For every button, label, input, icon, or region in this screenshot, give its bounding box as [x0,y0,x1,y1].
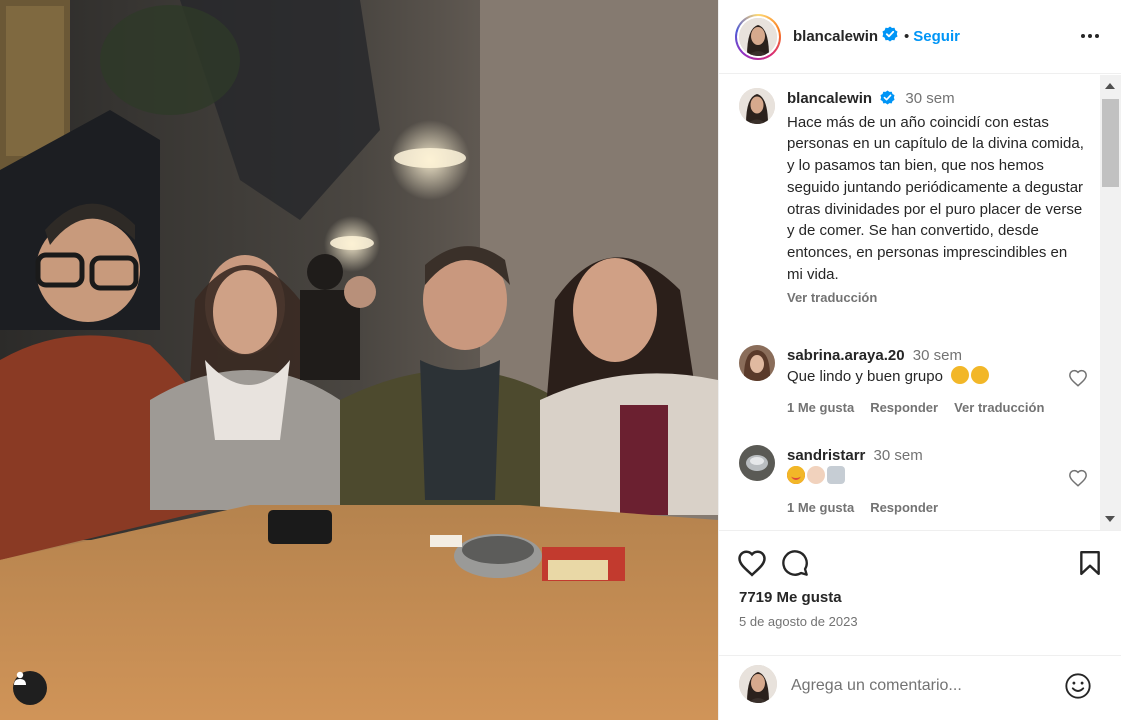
likes-count[interactable]: 7719 Me gusta [739,589,842,606]
comment-username[interactable]: sabrina.araya.20 [787,347,905,364]
heart-eyes-face-icon [787,466,805,484]
commenter-avatar[interactable] [739,345,775,381]
clapping-hands-icon [971,366,990,384]
comments-scroll-area[interactable]: blancalewin 30 sem Hace más de un año co… [719,75,1121,530]
caption-body: Hace más de un año coincidí con estas pe… [787,113,1084,283]
comment-bubble-icon[interactable] [781,549,809,582]
commenter-avatar[interactable] [739,445,775,481]
see-translation-link[interactable]: Ver traducción [954,400,1044,415]
comment-like-icon[interactable] [1068,469,1088,492]
follow-button[interactable]: Seguir [913,28,960,45]
scroll-up-arrow-icon[interactable] [1105,83,1115,89]
story-ring[interactable] [735,13,781,60]
comment-item: sabrina.araya.20 30 sem Que lindo y buen… [739,345,1094,435]
post-photo[interactable] [0,0,718,720]
add-comment-input[interactable] [791,674,1051,698]
comment-body: Que lindo y buen grupo [787,366,1047,387]
reply-button[interactable]: Responder [870,500,938,515]
clapping-hands-icon [807,466,825,484]
post-date[interactable]: 5 de agosto de 2023 [739,614,858,629]
clapping-hands-icon [951,366,970,384]
comment-text: sandristarr 30 sem [787,445,1047,487]
comment-time[interactable]: 30 sem [913,347,962,364]
comment-likes-count[interactable]: 1 Me gusta [787,500,854,515]
verified-badge-icon [882,26,898,47]
post-side-panel: blancalewin • Seguir blancalewin 30 sem … [718,0,1121,720]
heart-icon[interactable] [737,549,767,582]
caption-time[interactable]: 30 sem [905,90,954,107]
post-actions-section: 7719 Me gusta 5 de agosto de 2023 [719,530,1121,720]
comment-item: sandristarr 30 sem 1 Me gusta Responder [739,445,1094,530]
bookmark-icon[interactable] [1078,550,1102,581]
comment-like-icon[interactable] [1068,369,1088,392]
caption-username[interactable]: blancalewin [787,90,872,107]
photo-illustration [0,0,718,720]
comment-time[interactable]: 30 sem [874,447,923,464]
post-action-row [737,549,809,582]
comment-actions: 1 Me gusta Responder [787,500,938,515]
comments-scrollbar[interactable] [1100,75,1121,530]
see-translation-link[interactable]: Ver traducción [787,287,1087,309]
caption-author-avatar[interactable] [739,88,775,124]
emoji-smile-icon[interactable] [1064,672,1092,705]
verified-badge-icon [880,90,895,112]
post-header: blancalewin • Seguir [719,0,1121,74]
comment-text: sabrina.araya.20 30 sem Que lindo y buen… [787,345,1047,387]
caption-text: blancalewin 30 sem Hace más de un año co… [787,88,1087,309]
author-username[interactable]: blancalewin [793,28,878,45]
comment-body-text: Que lindo y buen grupo [787,368,943,385]
user-tag-icon [14,671,26,685]
more-options-icon[interactable] [1080,26,1100,44]
comment-username[interactable]: sandristarr [787,447,865,464]
reply-button[interactable]: Responder [870,400,938,415]
folded-hands-icon [827,466,845,484]
user-tag-button[interactable] [13,671,47,705]
header-separator: • [904,28,910,45]
add-comment-row [719,655,1121,720]
comment-likes-count[interactable]: 1 Me gusta [787,400,854,415]
comment-body [787,466,1047,487]
scrollbar-thumb[interactable] [1102,99,1119,187]
current-user-avatar[interactable] [739,665,777,703]
author-avatar[interactable] [739,17,777,56]
scroll-down-arrow-icon[interactable] [1105,516,1115,522]
comment-actions: 1 Me gusta Responder Ver traducción [787,400,1044,415]
